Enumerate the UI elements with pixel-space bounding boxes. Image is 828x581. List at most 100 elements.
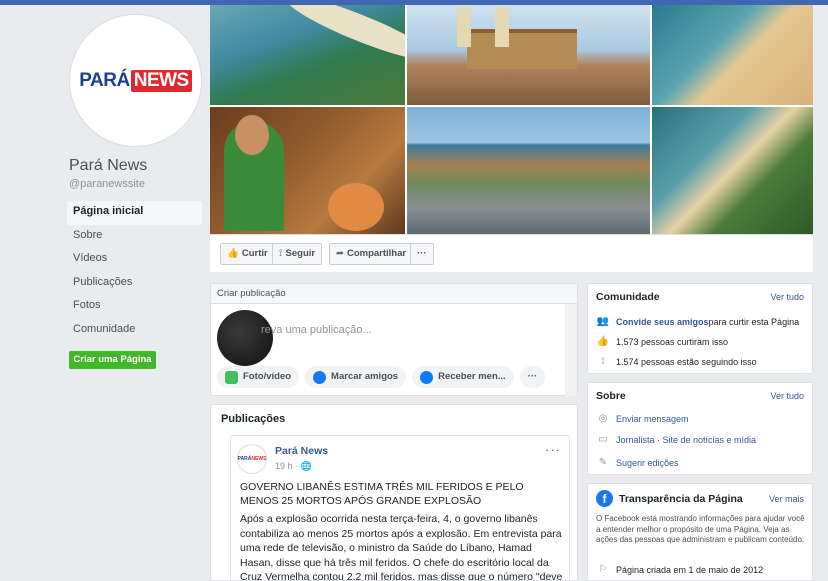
suggest-edits-link[interactable]: Sugerir edições	[616, 458, 679, 468]
rss-icon: ⟟	[601, 356, 605, 367]
invite-friends-text: para curtir esta Página	[708, 316, 800, 327]
tag-icon: ▭	[598, 434, 608, 445]
more-actions-button[interactable]: ···	[410, 243, 434, 265]
sidebar-item-fotos[interactable]: Fotos	[67, 295, 202, 319]
tag-friends-button[interactable]: Marcar amigos	[305, 366, 407, 388]
post-body: Após a explosão ocorrida nesta terça-fei…	[240, 513, 563, 581]
likes-row: 👍 1.573 pessoas curtiram isso	[596, 336, 728, 347]
sidebar-item-comunidade[interactable]: Comunidade	[67, 319, 202, 343]
transparency-title: Transparência da Página	[619, 492, 743, 505]
cover-tile-coast	[652, 5, 813, 105]
follow-label: Seguir	[285, 248, 316, 259]
community-box: Comunidade Ver tudo 👥 Convide seus amigos…	[587, 283, 813, 374]
tag-friends-icon	[313, 370, 327, 384]
facebook-icon: f	[596, 490, 613, 507]
flag-icon: ⚐	[598, 564, 608, 575]
sidebar-item-pagina-inicial[interactable]: Página inicial	[67, 201, 202, 225]
messenger-icon	[420, 370, 434, 384]
post-time-label: 19 h ·	[275, 461, 299, 471]
post-composer-input[interactable]: reva uma publicação...	[261, 324, 372, 336]
post-author-name[interactable]: Pará News	[275, 445, 328, 457]
page-logo: PARÁ NEWS	[79, 69, 192, 92]
globe-icon: 🌐	[300, 461, 312, 471]
share-button[interactable]: ➦ Compartilhar	[329, 243, 414, 265]
thumbs-up-icon: 👍	[227, 248, 239, 259]
sidebar-item-sobre[interactable]: Sobre	[67, 225, 202, 249]
page-handle[interactable]: @paranewssite	[69, 178, 145, 190]
avatar-logo-para: PARÁ	[237, 456, 252, 462]
post-timestamp[interactable]: 19 h · 🌐	[275, 461, 312, 472]
send-message-link[interactable]: Enviar mensagem	[616, 414, 689, 424]
category-row: ▭ Jornalista · Site de notícias e mídia	[596, 434, 756, 445]
composer-scrollbar[interactable]	[565, 304, 577, 396]
avatar	[217, 310, 273, 366]
about-see-all-link[interactable]: Ver tudo	[770, 391, 804, 401]
post-card: PARÁ NEWS Pará News 19 h · 🌐 ··· GOVERNO …	[230, 435, 570, 581]
pencil-icon: ✎	[598, 457, 608, 468]
composer-options: Foto/vídeo Marcar amigos Receber men... …	[217, 366, 546, 388]
post-headline: GOVERNO LIBANÊS ESTIMA TRÊS MIL FERIDOS …	[240, 481, 524, 507]
transparency-description: O Facebook está mostrando informações pa…	[596, 514, 805, 544]
cover-tower-left-shape	[457, 7, 471, 47]
create-post-header: Criar publicação	[211, 284, 577, 304]
cover-tower-right-shape	[495, 7, 509, 47]
like-label: Curtir	[241, 248, 268, 259]
invite-friends-row: 👥 Convide seus amigos para curtir esta Pá…	[596, 316, 799, 327]
cover-tile-beach-aerial	[210, 5, 405, 105]
about-title: Sobre	[596, 390, 626, 402]
create-post-box: Criar publicação reva uma publicação... …	[210, 283, 578, 396]
follow-button[interactable]: ⟟ Seguir	[272, 243, 323, 265]
create-page-button[interactable]: Criar uma Página	[69, 351, 156, 369]
community-title: Comunidade	[596, 291, 660, 303]
likes-count[interactable]: 1.573 pessoas curtiram isso	[616, 337, 728, 347]
page-name[interactable]: Pará News	[69, 157, 147, 175]
transparency-see-more-link[interactable]: Ver mais	[769, 494, 804, 504]
photo-video-label: Foto/vídeo	[243, 371, 292, 382]
cover-photo[interactable]	[210, 5, 813, 234]
community-see-all-link[interactable]: Ver tudo	[770, 292, 804, 302]
suggest-edits-row: ✎ Sugerir edições	[596, 457, 679, 468]
logo-text-news: NEWS	[130, 69, 192, 92]
post-author-avatar[interactable]: PARÁ NEWS	[237, 444, 267, 474]
category-link[interactable]: Jornalista · Site de notícias e mídia	[616, 435, 756, 445]
publications-title: Publicações	[221, 413, 286, 425]
cover-tile-peninsula	[652, 107, 813, 234]
sidebar-nav: Página inicial Sobre Vídeos Publicações …	[67, 201, 202, 342]
cover-artisan-head-shape	[235, 115, 269, 155]
messenger-icon: ◎	[598, 413, 608, 424]
page-action-bar: 👍 Curtir ⟟ Seguir ➦ Compartilhar ···	[210, 234, 813, 272]
cover-tile-artisan	[210, 107, 405, 234]
page-created-row: ⚐ Página criada em 1 de maio de 2012	[596, 564, 764, 575]
cover-pottery-shape	[328, 183, 384, 231]
cover-tile-cathedral	[407, 5, 650, 105]
transparency-box: f Transparência da Página Ver mais O Face…	[587, 483, 813, 581]
about-box: Sobre Ver tudo ◎ Enviar mensagem ▭ Jornali…	[587, 382, 813, 475]
receive-messages-label: Receber men...	[438, 371, 506, 382]
profile-picture[interactable]: PARÁ NEWS	[69, 14, 202, 147]
receive-messages-button[interactable]: Receber men...	[412, 366, 514, 388]
page-created-text: Página criada em 1 de maio de 2012	[616, 564, 764, 575]
cover-building-shape	[467, 29, 577, 69]
followers-count[interactable]: 1.574 pessoas estão seguindo isso	[616, 357, 757, 367]
sidebar-item-videos[interactable]: Vídeos	[67, 248, 202, 272]
photo-video-button[interactable]: Foto/vídeo	[217, 366, 300, 388]
share-label: Compartilhar	[346, 248, 407, 259]
transparency-header: f Transparência da Página	[596, 490, 743, 507]
sidebar-item-publicacoes[interactable]: Publicações	[67, 272, 202, 296]
followers-row: ⟟ 1.574 pessoas estão seguindo isso	[596, 356, 757, 367]
photo-icon	[225, 370, 238, 384]
avatar-logo-news: NEWS	[251, 456, 267, 462]
thumbs-up-icon: 👍	[596, 336, 610, 347]
rss-icon: ⟟	[279, 248, 283, 259]
publications-section: Publicações PARÁ NEWS Pará News 19 h · 🌐 …	[210, 404, 578, 581]
people-icon: 👥	[596, 316, 610, 327]
cover-tile-river-city	[407, 107, 650, 234]
logo-text-para: PARÁ	[79, 69, 130, 91]
share-arrow-icon: ➦	[336, 248, 344, 259]
send-message-row: ◎ Enviar mensagem	[596, 413, 689, 424]
like-button[interactable]: 👍 Curtir	[220, 243, 275, 265]
more-options-button[interactable]: ···	[519, 366, 546, 388]
post-options-button[interactable]: ···	[545, 442, 561, 457]
tag-friends-label: Marcar amigos	[331, 371, 399, 382]
invite-friends-link[interactable]: Convide seus amigos	[616, 317, 709, 327]
